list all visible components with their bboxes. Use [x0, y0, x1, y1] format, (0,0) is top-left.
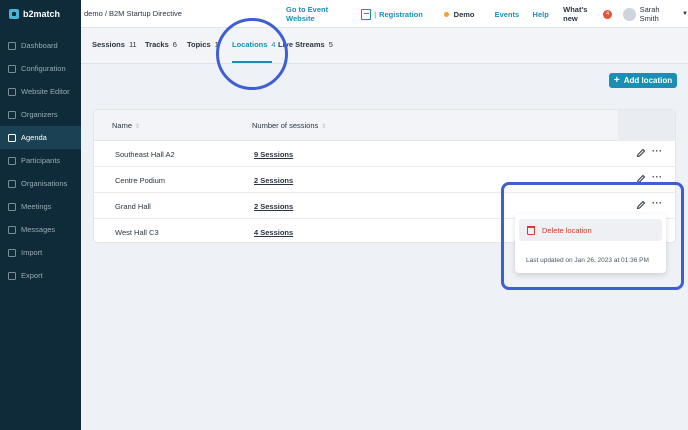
sidebar-nav: Dashboard Configuration Website Editor O… [0, 34, 81, 287]
add-location-button[interactable]: + Add location [609, 73, 677, 88]
calendar-icon [8, 133, 16, 142]
tab-sessions[interactable]: Sessions 11 [92, 40, 137, 49]
sidebar-item-label: Agenda [21, 133, 47, 142]
brand-name: b2match [23, 9, 61, 19]
location-name: West Hall C3 [115, 228, 159, 237]
last-updated-text: Last updated on Jan 26, 2023 at 01:36 PM [526, 257, 649, 264]
notification-badge: 4 [603, 9, 612, 19]
import-icon [8, 248, 16, 257]
sidebar-item-agenda[interactable]: Agenda [0, 126, 81, 149]
demo-label[interactable]: Demo [454, 10, 475, 19]
sidebar-item-label: Organisations [21, 179, 68, 188]
sessions-link[interactable]: 4 Sessions [254, 228, 293, 237]
sidebar-item-label: Messages [21, 225, 56, 234]
row-actions-menu: Delete location Last updated on Jan 26, … [515, 214, 666, 273]
chevron-down-icon[interactable]: ▼ [682, 11, 688, 17]
tab-label: Tracks [145, 40, 169, 49]
sidebar-item-messages[interactable]: Messages [0, 218, 81, 241]
delete-location-label: Delete location [542, 225, 592, 235]
user-icon [8, 156, 16, 165]
tab-label: Topics [187, 40, 211, 49]
sidebar-item-label: Website Editor [21, 87, 70, 96]
sidebar-item-label: Participants [21, 156, 61, 165]
sidebar-item-meetings[interactable]: Meetings [0, 195, 81, 218]
top-separator: | [374, 9, 377, 19]
gear-icon [8, 64, 16, 73]
sidebar-item-label: Import [21, 248, 43, 257]
column-header-sessions[interactable]: Number of sessions ⇕ [252, 121, 326, 130]
sidebar-item-label: Export [21, 271, 43, 280]
sidebar-item-export[interactable]: Export [0, 264, 81, 287]
sidebar-item-participants[interactable]: Participants [0, 149, 81, 172]
chat-icon [8, 225, 16, 234]
whats-new-link[interactable]: What's new [563, 5, 602, 23]
tab-tracks[interactable]: Tracks 6 [145, 40, 177, 49]
table-header: Name ⇕ Number of sessions ⇕ [94, 110, 675, 141]
avatar[interactable] [623, 7, 636, 21]
table-row: Southeast Hall A2 9 Sessions ··· [94, 141, 675, 167]
tab-topics[interactable]: Topics 1 [187, 40, 219, 49]
sessions-link[interactable]: 2 Sessions [254, 176, 293, 185]
sidebar-item-website-editor[interactable]: Website Editor [0, 80, 81, 103]
actions-column-header [618, 110, 675, 141]
meeting-icon [8, 202, 16, 211]
agenda-tabs: Sessions 11 Tracks 6 Topics 1 Locations 4 Li… [81, 28, 688, 64]
sessions-link[interactable]: 9 Sessions [254, 150, 293, 159]
column-header-label: Number of sessions [252, 121, 319, 130]
tab-count: 5 [328, 40, 333, 49]
users-icon [8, 110, 16, 119]
building-icon [8, 179, 16, 188]
events-link[interactable]: Events [495, 10, 520, 19]
tab-count: 6 [172, 40, 177, 49]
column-header-name[interactable]: Name ⇕ [112, 121, 140, 130]
sidebar-item-import[interactable]: Import [0, 241, 81, 264]
column-header-label: Name [112, 121, 133, 130]
sort-icon: ⇕ [321, 124, 327, 130]
pencil-icon[interactable] [636, 148, 646, 158]
registration-link[interactable]: Registration [379, 10, 423, 19]
go-to-event-link[interactable]: Go to Event Website [286, 5, 356, 23]
trash-icon [527, 225, 535, 235]
enter-icon[interactable] [360, 8, 372, 20]
more-options-icon[interactable]: ··· [652, 147, 664, 158]
delete-location-button[interactable]: Delete location [519, 219, 662, 241]
location-name: Grand Hall [115, 202, 151, 211]
sidebar-item-label: Organizers [21, 110, 58, 119]
user-name[interactable]: Sarah Smith [640, 5, 679, 23]
location-name: Centre Podium [115, 176, 166, 185]
sidebar-item-label: Meetings [21, 202, 52, 211]
tab-label: Sessions [92, 40, 125, 49]
brand-logo[interactable]: b2match [0, 0, 81, 28]
top-bar: demo / B2M Startup Directive Go to Event… [81, 0, 688, 28]
plus-icon: + [613, 74, 620, 86]
b2match-logo-icon [9, 9, 19, 19]
export-icon [8, 271, 16, 280]
add-location-label: Add location [623, 76, 673, 85]
top-bar-actions: Go to Event Website | Registration Demo … [286, 0, 688, 28]
tab-count: 11 [128, 40, 137, 49]
sort-icon: ⇕ [135, 124, 141, 130]
sessions-link[interactable]: 2 Sessions [254, 202, 293, 211]
status-dot-icon [443, 11, 449, 17]
breadcrumb[interactable]: demo / B2M Startup Directive [84, 9, 182, 18]
sidebar-item-organisations[interactable]: Organisations [0, 172, 81, 195]
help-link[interactable]: Help [533, 10, 549, 19]
sidebar-item-dashboard[interactable]: Dashboard [0, 34, 81, 57]
highlight-circle [216, 18, 288, 90]
sidebar-item-label: Configuration [21, 64, 66, 73]
sidebar-item-label: Dashboard [21, 41, 58, 50]
sidebar-item-organizers[interactable]: Organizers [0, 103, 81, 126]
location-name: Southeast Hall A2 [115, 150, 175, 159]
dashboard-icon [8, 41, 16, 50]
sidebar: b2match Dashboard Configuration Website … [0, 0, 81, 430]
edit-icon [8, 87, 16, 96]
sidebar-item-configuration[interactable]: Configuration [0, 57, 81, 80]
